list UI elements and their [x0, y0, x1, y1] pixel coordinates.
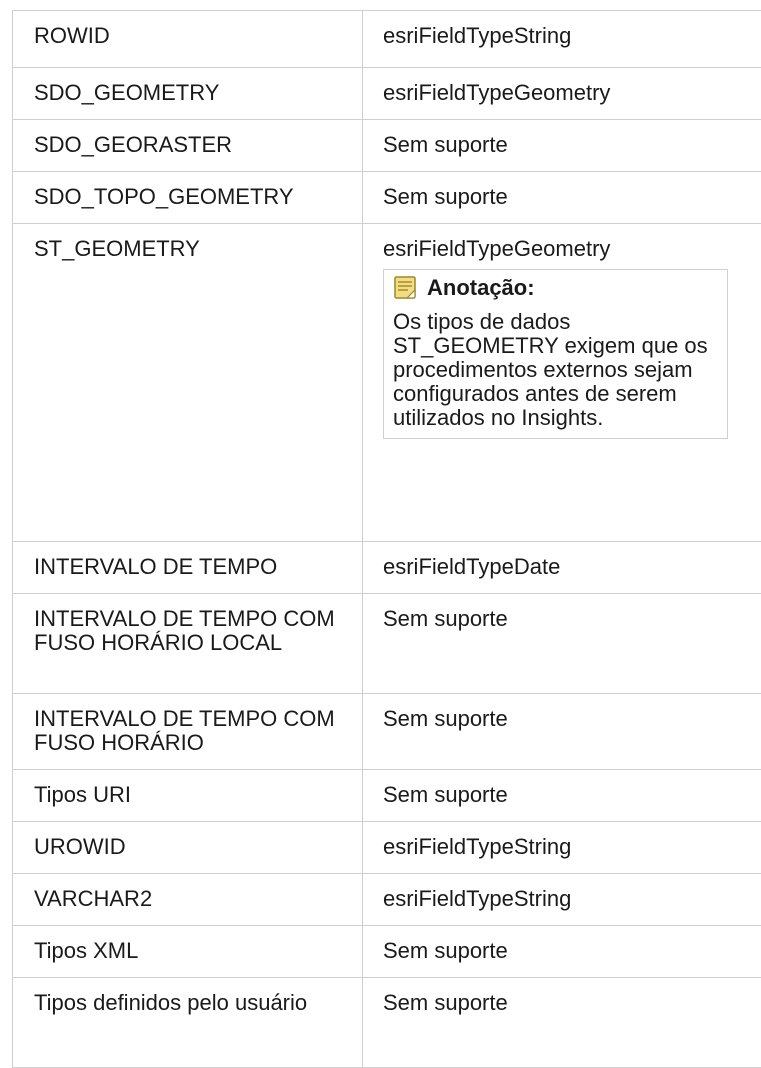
- oracle-type-cell: ROWID: [13, 11, 363, 68]
- oracle-type-cell: SDO_GEOMETRY: [13, 68, 363, 120]
- oracle-type-cell: SDO_GEORASTER: [13, 120, 363, 172]
- oracle-type-cell: VARCHAR2: [13, 874, 363, 926]
- table-row: Tipos XML Sem suporte: [13, 926, 761, 978]
- table-row: INTERVALO DE TEMPO esriFieldTypeDate: [13, 542, 761, 594]
- table-row: INTERVALO DE TEMPO COM FUSO HORÁRIO LOCA…: [13, 594, 761, 694]
- data-type-mapping-table: ROWID esriFieldTypeString SDO_GEOMETRY e…: [12, 10, 761, 1068]
- field-type-cell: esriFieldTypeDate: [363, 542, 761, 594]
- oracle-type-cell: Tipos definidos pelo usuário: [13, 978, 363, 1068]
- table-row: SDO_GEOMETRY esriFieldTypeGeometry: [13, 68, 761, 120]
- field-type-cell: esriFieldTypeString: [363, 822, 761, 874]
- field-type-cell: Sem suporte: [363, 926, 761, 978]
- field-type-cell: esriFieldTypeGeometry Anotação: Os tipos…: [363, 224, 761, 542]
- table-row: ST_GEOMETRY esriFieldTypeGeometry Anotaç…: [13, 224, 761, 542]
- field-type-cell: Sem suporte: [363, 770, 761, 822]
- field-type-cell: Sem suporte: [363, 594, 761, 694]
- table-row: INTERVALO DE TEMPO COM FUSO HORÁRIO Sem …: [13, 694, 761, 770]
- oracle-type-cell: INTERVALO DE TEMPO: [13, 542, 363, 594]
- field-type-cell: esriFieldTypeString: [363, 11, 761, 68]
- field-type-cell: esriFieldTypeString: [363, 874, 761, 926]
- table-row: VARCHAR2 esriFieldTypeString: [13, 874, 761, 926]
- table-row: SDO_TOPO_GEOMETRY Sem suporte: [13, 172, 761, 224]
- oracle-type-cell: ST_GEOMETRY: [13, 224, 363, 542]
- oracle-type-cell: INTERVALO DE TEMPO COM FUSO HORÁRIO LOCA…: [13, 594, 363, 694]
- note-box: Anotação: Os tipos de dados ST_GEOMETRY …: [383, 269, 728, 439]
- table-row: Tipos definidos pelo usuário Sem suporte: [13, 978, 761, 1068]
- field-type-cell: Sem suporte: [363, 120, 761, 172]
- note-icon: [393, 276, 419, 300]
- note-text: Os tipos de dados ST_GEOMETRY exigem que…: [393, 310, 719, 430]
- field-type-cell: Sem suporte: [363, 172, 761, 224]
- note-header: Anotação:: [393, 276, 719, 300]
- oracle-type-cell: SDO_TOPO_GEOMETRY: [13, 172, 363, 224]
- field-type-cell: Sem suporte: [363, 694, 761, 770]
- field-type-value: esriFieldTypeGeometry: [383, 237, 750, 261]
- oracle-type-cell: UROWID: [13, 822, 363, 874]
- oracle-type-cell: Tipos URI: [13, 770, 363, 822]
- oracle-type-cell: Tipos XML: [13, 926, 363, 978]
- table-row: ROWID esriFieldTypeString: [13, 11, 761, 68]
- note-title: Anotação:: [427, 276, 535, 300]
- table-row: Tipos URI Sem suporte: [13, 770, 761, 822]
- table-row: UROWID esriFieldTypeString: [13, 822, 761, 874]
- field-type-cell: Sem suporte: [363, 978, 761, 1068]
- oracle-type-cell: INTERVALO DE TEMPO COM FUSO HORÁRIO: [13, 694, 363, 770]
- field-type-cell: esriFieldTypeGeometry: [363, 68, 761, 120]
- table-row: SDO_GEORASTER Sem suporte: [13, 120, 761, 172]
